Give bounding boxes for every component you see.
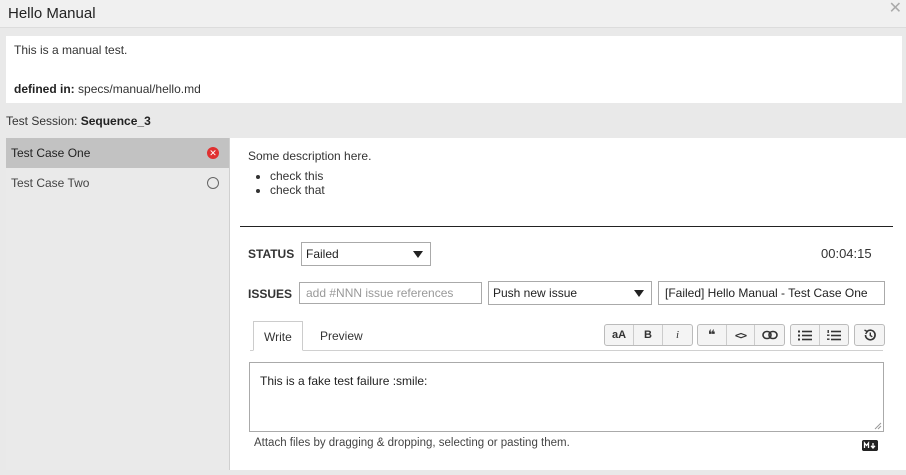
- attach-files-hint[interactable]: Attach files by dragging & dropping, sel…: [254, 437, 570, 449]
- close-icon[interactable]: ✕: [889, 1, 902, 17]
- elapsed-timer: 00:04:15: [821, 246, 872, 261]
- quote-button[interactable]: ❝: [698, 325, 727, 345]
- header-icon: aA: [611, 329, 627, 341]
- markdown-icon: [862, 440, 878, 451]
- text-format-toolbar: aA B i: [604, 324, 693, 346]
- resize-handle-icon[interactable]: [874, 422, 882, 430]
- history-icon: [863, 329, 876, 341]
- test-case-label: Test Case One: [11, 146, 91, 160]
- test-session-name: Sequence_3: [80, 114, 151, 128]
- test-case-label: Test Case Two: [11, 176, 90, 190]
- history-button[interactable]: [855, 325, 884, 345]
- defined-in-line: defined in: specs/manual/hello.md: [14, 82, 201, 96]
- list-toolbar: [790, 324, 849, 346]
- test-description-panel: This is a manual test. defined in: specs…: [6, 36, 902, 103]
- ordered-list-icon: [826, 329, 841, 340]
- case-description-intro: Some description here.: [248, 149, 372, 163]
- issue-title-input[interactable]: [Failed] Hello Manual - Test Case One: [658, 281, 885, 305]
- section-divider: [240, 226, 893, 227]
- comment-textarea[interactable]: This is a fake test failure :smile:: [249, 362, 884, 432]
- defined-in-path: specs/manual/hello.md: [78, 82, 201, 96]
- quote-icon: ❝: [708, 327, 716, 342]
- link-button[interactable]: [755, 325, 784, 345]
- code-button[interactable]: <>: [727, 325, 756, 345]
- test-session-line: Test Session: Sequence_3: [6, 114, 151, 128]
- insert-toolbar: ❝ <>: [697, 324, 785, 346]
- chevron-down-icon: [413, 251, 423, 258]
- checklist-item: check that: [270, 183, 371, 197]
- chevron-down-icon: [634, 290, 644, 297]
- history-toolbar: [854, 324, 885, 346]
- test-case-item[interactable]: Test Case One ✕: [6, 138, 229, 168]
- status-select[interactable]: Failed: [301, 242, 431, 266]
- case-description: Some description here. check this check …: [248, 149, 371, 197]
- tab-write[interactable]: Write: [253, 321, 303, 351]
- test-session-label: Test Session:: [6, 114, 78, 128]
- italic-icon: i: [675, 329, 680, 341]
- comment-text: This is a fake test failure :smile:: [260, 374, 428, 388]
- push-issue-select[interactable]: Push new issue: [488, 281, 652, 305]
- defined-in-label: defined in:: [14, 82, 75, 96]
- italic-button[interactable]: i: [663, 325, 692, 345]
- bullet-list-button[interactable]: [791, 325, 820, 345]
- pending-status-icon: [207, 177, 219, 189]
- tab-preview[interactable]: Preview: [310, 321, 373, 351]
- case-checklist: check this check that: [248, 169, 371, 197]
- issues-label: ISSUES: [248, 287, 293, 301]
- status-label: STATUS: [248, 247, 295, 261]
- window-titlebar: Hello Manual ✕: [0, 0, 906, 28]
- checklist-item: check this: [270, 169, 371, 183]
- failed-status-icon: ✕: [207, 147, 219, 159]
- window-title: Hello Manual: [8, 5, 96, 22]
- link-icon: [761, 330, 778, 340]
- test-case-item[interactable]: Test Case Two: [6, 168, 229, 198]
- test-case-detail: Some description here. check this check …: [230, 138, 906, 470]
- push-issue-select-value: Push new issue: [493, 286, 578, 300]
- test-description-text: This is a manual test.: [14, 43, 128, 57]
- header-text-button[interactable]: aA: [605, 325, 634, 345]
- ordered-list-button[interactable]: [820, 325, 848, 345]
- test-case-list: Test Case One ✕ Test Case Two: [6, 138, 230, 470]
- list-icon: [797, 330, 812, 340]
- status-select-value: Failed: [306, 247, 339, 261]
- code-icon: <>: [734, 328, 747, 342]
- issue-references-input[interactable]: add #NNN issue references: [299, 282, 482, 304]
- bold-icon: B: [644, 329, 652, 341]
- bold-button[interactable]: B: [634, 325, 663, 345]
